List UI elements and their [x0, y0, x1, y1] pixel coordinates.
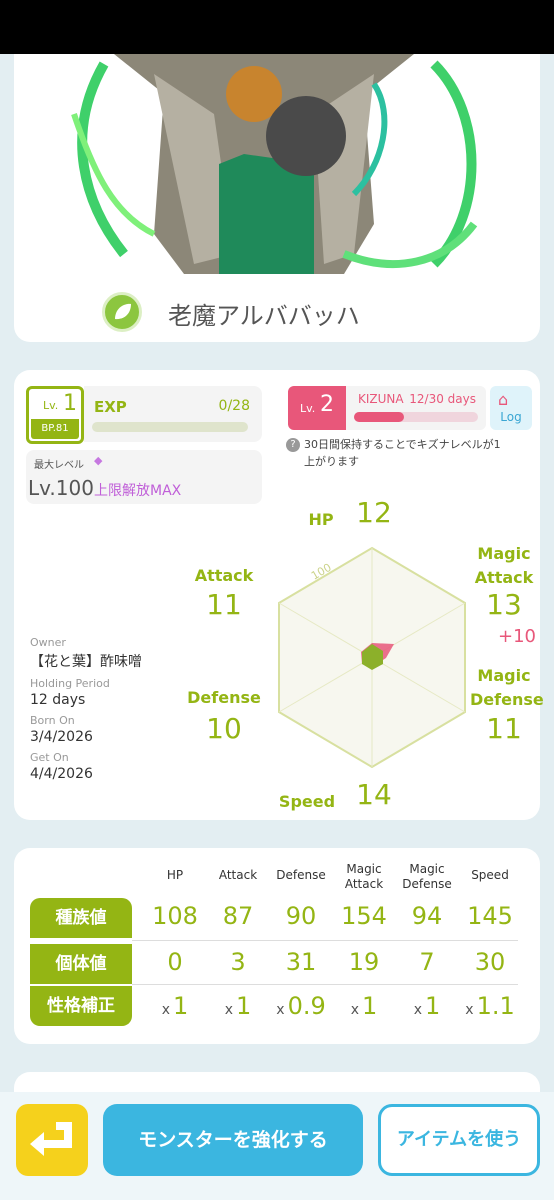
exp-bar [92, 422, 248, 432]
table-cell: x1 [333, 992, 395, 1020]
exp-value: 0/28 [218, 398, 250, 414]
table-cell: x 0.9 [270, 992, 332, 1020]
log-history-icon: ⌂ [498, 390, 509, 409]
enhance-monster-button[interactable]: モンスターを強化する [103, 1104, 363, 1176]
leaf-icon [102, 292, 142, 332]
multiplier-sign: x [161, 1002, 170, 1018]
kizuna-level-badge: Lv. 2 [288, 386, 346, 430]
bp-badge: BP.81 [31, 419, 79, 439]
owner-label: Owner [30, 636, 66, 649]
column-header: Magic Defense [402, 862, 452, 891]
table-cell: 154 [341, 902, 387, 930]
gem-icon: ◆ [94, 454, 103, 467]
row-label-base-stats: 種族値 [30, 898, 132, 938]
get-on-label: Get On [30, 751, 69, 764]
table-cell: x1 [144, 992, 206, 1020]
table-cell: x1 [207, 992, 269, 1020]
table-cell: 7 [419, 948, 435, 976]
magic-defense-label: Magic Defense [470, 666, 544, 709]
holding-period-label: Holding Period [30, 677, 110, 690]
speed-label: Speed [278, 792, 336, 811]
table-cell: x1 [396, 992, 458, 1020]
multiplier-sign: x [276, 1002, 285, 1018]
monster-illustration [71, 54, 478, 274]
stats-card: Lv. 1 BP.81 EXP 0/28 最大レベル ◆ Lv.100 上限解放… [14, 370, 544, 820]
kizuna-bar-fill [354, 412, 404, 422]
table-cell: 87 [222, 902, 254, 930]
log-button[interactable]: ⌂ Log [490, 386, 532, 430]
magic-attack-bonus: +10 [498, 626, 536, 647]
magic-defense-value: 11 [486, 712, 522, 745]
kizuna-panel: KIZUNA 12/30 days [346, 386, 486, 430]
kizuna-note: 30日間保持することでキズナレベルが1上がります [304, 438, 501, 468]
use-item-button[interactable]: アイテムを使う [378, 1104, 540, 1176]
defense-value: 10 [206, 712, 242, 745]
max-level-value: Lv.100 [28, 476, 94, 500]
monster-card: 老魔アルババッハ [14, 54, 540, 342]
table-cell: 108 [152, 902, 198, 930]
kizuna-level-value: 2 [320, 392, 334, 417]
multiplier-sign: x [465, 1002, 474, 1018]
max-level-label: 最大レベル [34, 460, 84, 471]
table-cell-value: 1 [173, 992, 189, 1020]
attack-label: Attack [194, 566, 254, 585]
column-header: Attack [218, 868, 258, 882]
stats-table: HP Attack Defense Magic Attack Magic Def… [14, 848, 540, 1044]
table-cell: 30 [474, 948, 506, 976]
return-arrow-icon [30, 1122, 72, 1156]
level-prefix: Lv. [43, 399, 59, 412]
multiplier-sign: x [413, 1002, 422, 1018]
help-icon[interactable]: ? [286, 438, 300, 452]
limit-break-status: 上限解放MAX [94, 483, 182, 499]
table-cell: 3 [230, 948, 246, 976]
level-badge: Lv. 1 BP.81 [26, 386, 84, 444]
born-on-value: 3/4/2026 [30, 729, 93, 745]
column-header: Defense [276, 868, 326, 882]
table-cell: 0 [167, 948, 183, 976]
table-cell: 19 [348, 948, 380, 976]
multiplier-sign: x [350, 1002, 359, 1018]
back-button[interactable] [16, 1104, 88, 1176]
table-cell-value: 1 [362, 992, 378, 1020]
table-cell-value: 1 [425, 992, 441, 1020]
monster-name: 老魔アルババッハ [168, 302, 360, 330]
log-label: Log [500, 410, 522, 424]
table-cell-value: 0.9 [287, 992, 326, 1020]
kizuna-value: 12/30 days [409, 392, 476, 406]
column-header: Speed [471, 868, 509, 882]
born-on-label: Born On [30, 714, 75, 727]
hp-value: 12 [356, 496, 392, 529]
column-header: HP [166, 868, 184, 882]
magic-attack-label: Magic Attack [474, 544, 534, 587]
attack-value: 11 [206, 588, 242, 621]
multiplier-sign: x [224, 1002, 233, 1018]
owner-value: 【花と葉】酢味噌 [30, 654, 142, 670]
holding-period-value: 12 days [30, 692, 86, 708]
max-level-panel: 最大レベル ◆ Lv.100 上限解放MAX [26, 450, 262, 504]
magic-attack-value: 13 [486, 588, 522, 621]
column-header: Magic Attack [344, 862, 384, 891]
table-cell: 90 [285, 902, 317, 930]
kizuna-label: KIZUNA [358, 392, 404, 406]
table-cell: 145 [467, 902, 513, 930]
row-label-nature: 性格補正 [30, 986, 132, 1026]
table-cell: x 1.1 [459, 992, 521, 1020]
status-bar [0, 0, 554, 54]
hp-label: HP [308, 510, 334, 529]
defense-label: Defense [187, 688, 261, 707]
table-cell-value: 1 [236, 992, 252, 1020]
table-cell-value: 1.1 [476, 992, 515, 1020]
owner-info: Owner 【花と葉】酢味噌 Holding Period 12 days Bo… [30, 636, 142, 788]
exp-label: EXP [94, 398, 127, 416]
level-value: 1 [63, 391, 77, 416]
get-on-value: 4/4/2026 [30, 766, 93, 782]
row-divider [132, 940, 518, 941]
table-cell: 31 [285, 948, 317, 976]
exp-panel: EXP 0/28 [84, 386, 262, 442]
row-divider [132, 984, 518, 985]
kizuna-level-prefix: Lv. [300, 402, 316, 415]
row-label-iv: 個体値 [30, 944, 132, 984]
table-cell: 94 [411, 902, 443, 930]
speed-value: 14 [356, 778, 392, 811]
